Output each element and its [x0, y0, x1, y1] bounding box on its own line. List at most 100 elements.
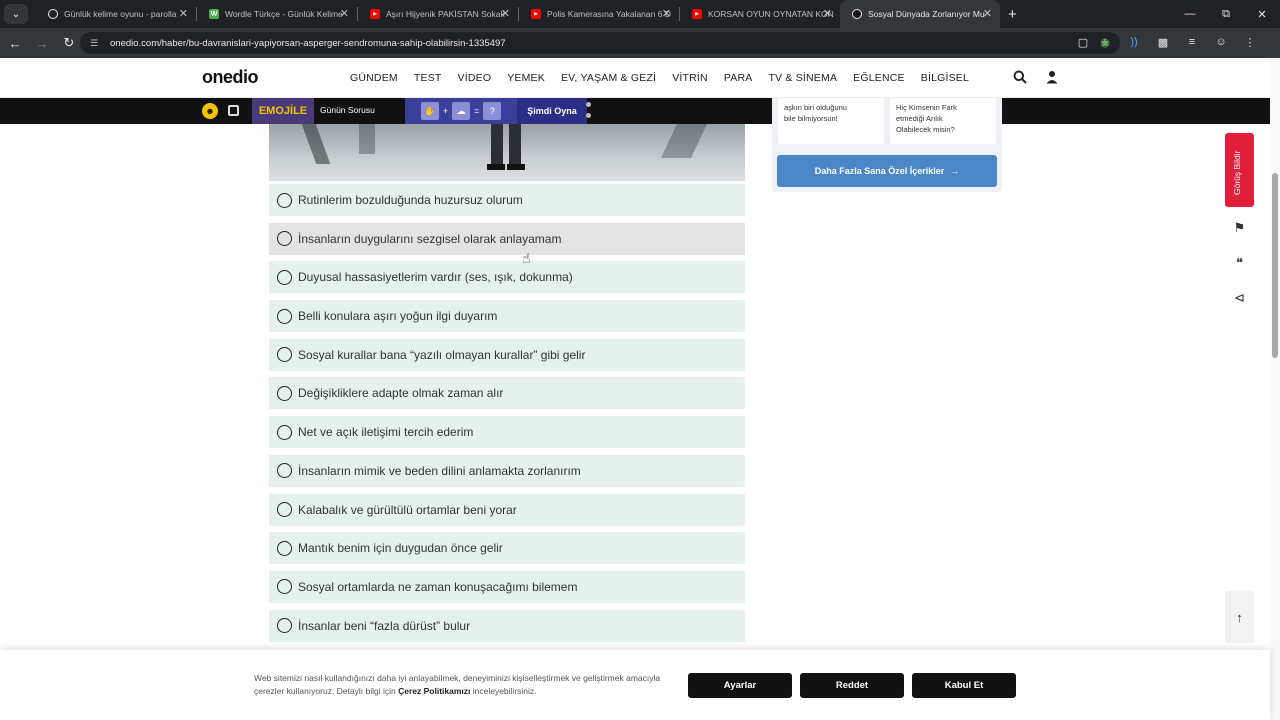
radio-button[interactable] [277, 269, 292, 285]
globe-icon [48, 9, 58, 19]
minimize-icon[interactable]: — [1172, 0, 1208, 28]
browser-menu-icon[interactable]: ⋮ [1242, 34, 1258, 50]
extension-badge-icon[interactable]: ◉ [1097, 34, 1113, 50]
site-logo[interactable]: onedio [202, 67, 259, 88]
reload-icon[interactable]: ↻ [57, 31, 81, 55]
close-tab-icon[interactable]: ✕ [179, 7, 188, 20]
radio-button[interactable] [277, 540, 292, 556]
quiz-option[interactable]: İnsanların duygularını sezgisel olarak a… [269, 222, 745, 255]
tab-title: KORSAN OYUN OYNATAN KON [708, 9, 834, 19]
smiley-icon[interactable]: ☻ [202, 103, 218, 119]
emojile-brand[interactable]: EMOJİLE [252, 98, 314, 124]
user-account-icon[interactable] [1045, 70, 1059, 84]
quiz-option[interactable]: Mantık benim için duygudan önce gelir [269, 532, 745, 565]
browser-tab[interactable]: ▶ KORSAN OYUN OYNATAN KON ✕ [680, 0, 840, 28]
recommendation-card[interactable]: aşkın biri olduğunu bile bilmiyorsun! [778, 98, 884, 144]
play-now-button[interactable]: Şimdi Oyna [517, 98, 587, 124]
extensions-puzzle-icon[interactable]: ▩ [1155, 34, 1171, 50]
quiz-option[interactable]: Rutinlerim bozulduğunda huzursuz olurum [269, 184, 745, 216]
install-app-icon[interactable]: ▢ [1078, 36, 1088, 49]
radio-button[interactable] [277, 502, 292, 517]
close-tab-icon[interactable]: ✕ [340, 7, 349, 20]
nav-link[interactable]: EV, YAŞAM & GEZİ [561, 72, 656, 84]
cookie-banner: Web sitemizi nasıl kullandığınızı daha i… [0, 650, 1270, 720]
nav-link[interactable]: VİTRİN [672, 72, 708, 84]
cookie-settings-button[interactable]: Ayarlar [688, 673, 792, 698]
quiz-option[interactable]: Net ve açık iletişimi tercih ederim [269, 416, 745, 449]
option-label: Sosyal ortamlarda ne zaman konuşacağımı … [298, 579, 578, 594]
nav-link[interactable]: PARA [724, 72, 753, 84]
back-icon[interactable]: ← [3, 31, 27, 55]
emoji-puzzle[interactable]: ✋ + ☁ = ? [405, 98, 517, 124]
nav-link[interactable]: VİDEO [458, 72, 492, 84]
quiz-option[interactable]: Sosyal kurallar bana “yazılı olmayan kur… [269, 338, 745, 371]
quiz-option[interactable]: Sosyal ortamlarda ne zaman konuşacağımı … [269, 570, 745, 603]
article-image [269, 124, 745, 181]
radio-button[interactable] [277, 192, 292, 208]
radio-button[interactable] [277, 308, 292, 324]
radio-button[interactable] [277, 424, 292, 440]
bookmark-add-icon[interactable]: ⚑ [1225, 213, 1254, 242]
quiz-option[interactable]: Değişikliklere adapte olmak zaman alır [269, 377, 745, 410]
hand-cursor-icon: ☝ [522, 250, 531, 266]
restore-icon[interactable]: ⧉ [1208, 0, 1244, 28]
daily-question-label: Günün Sorusu [320, 105, 375, 115]
quiz-option[interactable]: İnsanların mimik ve beden dilini anlamak… [269, 454, 745, 487]
option-label: Değişikliklere adapte olmak zaman alır [298, 386, 504, 401]
feedback-button[interactable]: Görüş Bildir [1225, 133, 1254, 207]
scroll-to-top-icon[interactable]: ↑ [1225, 591, 1254, 643]
nav-link[interactable]: YEMEK [507, 72, 545, 84]
youtube-icon: ▶ [370, 9, 380, 19]
radio-button[interactable] [277, 385, 292, 401]
browser-tab[interactable]: Günlük kelime oyunu - parolla ✕ [36, 0, 196, 28]
cookie-reject-button[interactable]: Reddet [800, 673, 904, 698]
quiz-option[interactable]: İnsanlar beni “fazla dürüst” bulur [269, 609, 745, 642]
quiz-option[interactable]: Belli konulara aşırı yoğun ilgi duyarım [269, 300, 745, 333]
forward-icon[interactable]: → [30, 31, 54, 55]
cookie-notice-text: Web sitemizi nasıl kullandığınızı daha i… [254, 672, 674, 698]
new-tab-button[interactable]: + [1008, 6, 1017, 23]
radio-button[interactable] [277, 618, 292, 634]
browser-tab[interactable]: ▶ Polis Kamerasına Yakalanan 6 D ✕ [519, 0, 679, 28]
quiz-option[interactable]: Duyusal hassasiyetlerim vardır (ses, ışı… [269, 261, 745, 294]
gamepad-icon[interactable] [228, 105, 239, 116]
cookie-accept-button[interactable]: Kabul Et [912, 673, 1016, 698]
site-info-icon[interactable]: ☰ [90, 38, 102, 49]
browser-tab[interactable]: W Wordle Türkçe - Günlük Kelime ✕ [197, 0, 357, 28]
nav-link[interactable]: TEST [414, 72, 442, 84]
browser-tab-strip: ⌄ Günlük kelime oyunu - parolla ✕ W Wordle … [0, 0, 1280, 28]
radio-button[interactable] [277, 463, 292, 479]
radio-button[interactable] [277, 579, 292, 595]
cookie-policy-link[interactable]: Çerez Politikamızı [398, 686, 470, 696]
close-tab-icon[interactable]: ✕ [662, 7, 671, 20]
reading-list-icon[interactable]: ≡ [1184, 34, 1200, 50]
close-window-icon[interactable]: ✕ [1244, 0, 1280, 28]
search-icon[interactable] [1013, 70, 1027, 84]
option-label: Kalabalık ve gürültülü ortamlar beni yor… [298, 502, 517, 517]
page-scrollbar[interactable] [1270, 58, 1280, 720]
nav-link[interactable]: BİLGİSEL [921, 72, 969, 84]
close-tab-icon[interactable]: ✕ [983, 7, 992, 20]
browser-tab[interactable]: ▶ Aşırı Hijyenik PAKİSTAN Sokak ✕ [358, 0, 518, 28]
radio-button[interactable] [277, 231, 292, 247]
profile-icon[interactable]: ☺ [1213, 34, 1229, 50]
tab-title: Wordle Türkçe - Günlük Kelime [225, 9, 343, 19]
audio-extension-icon[interactable]: )) [1126, 34, 1142, 50]
address-bar[interactable]: ☰ onedio.com/haber/bu-davranislari-yapiy… [80, 32, 1120, 54]
recommendation-card[interactable]: Hiç Kimsenin Fark etmediği Anlık Olabile… [890, 98, 996, 144]
more-content-button[interactable]: Daha Fazla Sana Özel İçerikler → [777, 155, 997, 187]
nav-link[interactable]: TV & SİNEMA [768, 72, 837, 84]
nav-link[interactable]: EĞLENCE [853, 72, 905, 84]
youtube-icon: ▶ [531, 9, 541, 19]
share-icon[interactable]: ⊲ [1225, 283, 1254, 312]
comments-icon[interactable]: ❝ [1225, 248, 1254, 277]
close-tab-icon[interactable]: ✕ [501, 7, 510, 20]
radio-button[interactable] [277, 347, 292, 363]
close-tab-icon[interactable]: ✕ [823, 7, 832, 20]
quiz-option[interactable]: Kalabalık ve gürültülü ortamlar beni yor… [269, 493, 745, 526]
browser-tab[interactable]: Sosyal Dünyada Zorlanıyor Mu ✕ [840, 0, 1000, 28]
nav-link[interactable]: GÜNDEM [350, 72, 398, 84]
tab-search-dropdown-icon[interactable]: ⌄ [4, 4, 28, 24]
carousel-dots[interactable] [586, 102, 591, 118]
emoji-game-bar: ☻ EMOJİLE Günün Sorusu ✋ + ☁ = ? Şimdi O… [0, 98, 1270, 124]
